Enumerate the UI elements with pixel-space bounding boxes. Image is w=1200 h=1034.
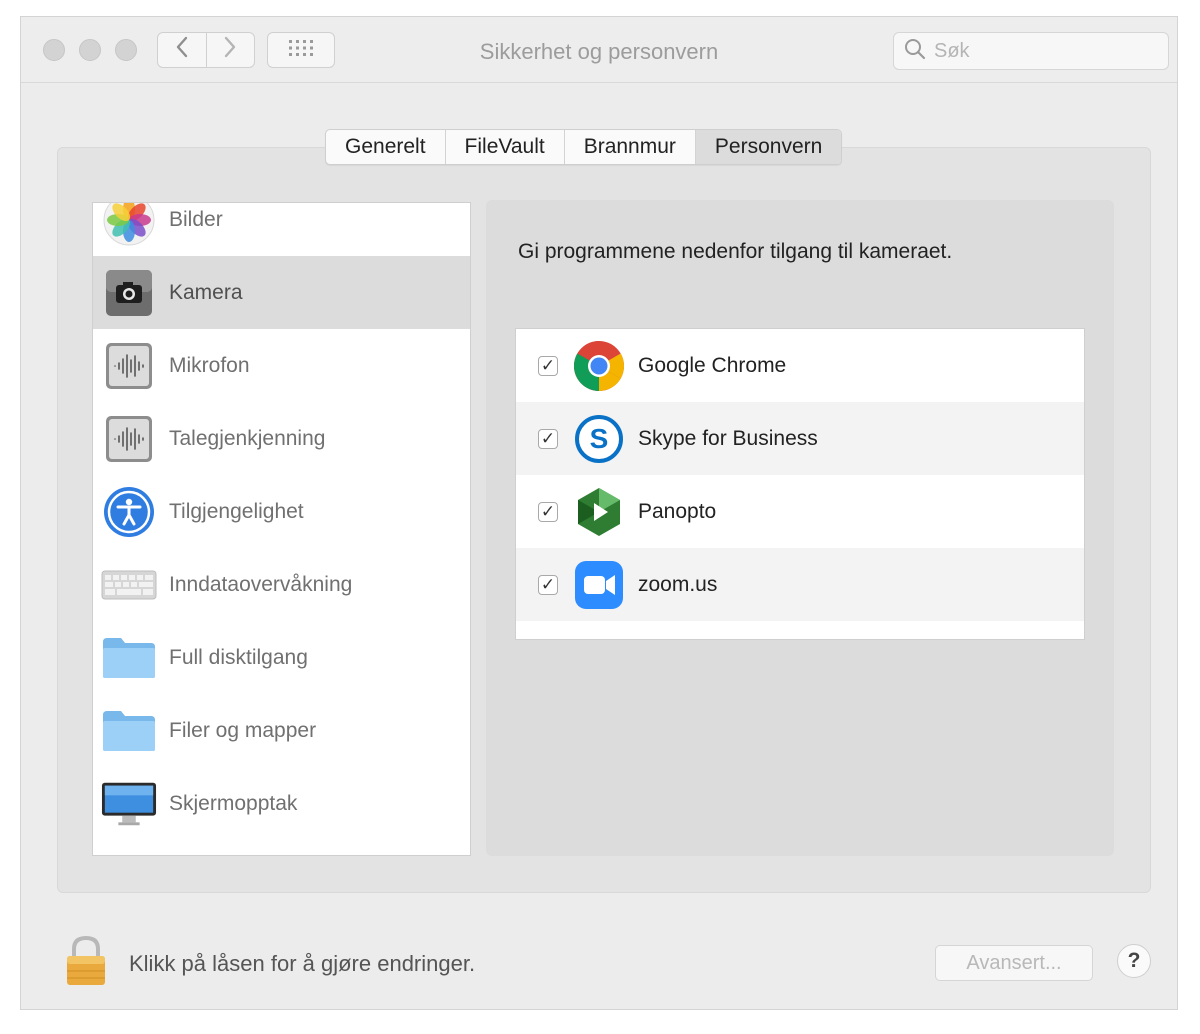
skype-icon: S xyxy=(572,412,626,466)
sidebar-item-inndataovervakning[interactable]: Inndataovervåkning xyxy=(93,548,470,621)
app-row-panopto: ✓ Panopto xyxy=(516,475,1084,548)
app-checkbox-google-chrome[interactable]: ✓ xyxy=(538,355,558,376)
sidebar-item-talegjenkjenning[interactable]: Talegjenkjenning xyxy=(93,402,470,475)
app-row-google-chrome: ✓ Google Chrome xyxy=(516,329,1084,402)
close-window-button[interactable] xyxy=(43,39,65,61)
help-button[interactable]: ? xyxy=(1117,944,1151,978)
sidebar-item-kamera[interactable]: Kamera xyxy=(93,256,470,329)
search-input[interactable] xyxy=(932,38,1156,64)
sidebar-item-mikrofon[interactable]: Mikrofon xyxy=(93,329,470,402)
grid-icon xyxy=(288,39,314,62)
accessibility-icon xyxy=(101,484,157,540)
app-list: ✓ Google Chrome ✓ S Skype for Business ✓… xyxy=(515,328,1085,640)
privacy-category-list[interactable]: Bilder Kamera Mikrofon Talegjenkjenning … xyxy=(92,202,471,856)
show-all-button[interactable] xyxy=(267,32,335,68)
sidebar-item-label: Tilgjengelighet xyxy=(169,499,304,523)
microphone-icon xyxy=(101,338,157,394)
folder-icon xyxy=(101,630,157,686)
camera-access-panel: Gi programmene nedenfor tilgang til kame… xyxy=(486,200,1114,856)
minimize-window-button[interactable] xyxy=(79,39,101,61)
folder-icon xyxy=(101,703,157,759)
keyboard-icon xyxy=(101,557,157,613)
app-row-skype-for-business: ✓ S Skype for Business xyxy=(516,402,1084,475)
sidebar-item-full-disktilgang[interactable]: Full disktilgang xyxy=(93,621,470,694)
app-checkbox-skype-for-business[interactable]: ✓ xyxy=(538,428,558,449)
panopto-icon xyxy=(572,485,626,539)
sidebar-item-label: Skjermopptak xyxy=(169,791,298,815)
forward-button[interactable] xyxy=(205,33,255,67)
sidebar-item-label: Mikrofon xyxy=(169,353,250,377)
speech-recognition-icon xyxy=(101,411,157,467)
title-bar: Sikkerhet og personvern xyxy=(21,17,1177,83)
chevron-left-icon xyxy=(175,36,189,65)
lock-instruction-text: Klikk på låsen for å gjøre endringer. xyxy=(129,951,476,976)
advanced-button[interactable]: Avansert... xyxy=(935,945,1093,981)
lock-icon xyxy=(65,935,107,991)
search-icon xyxy=(904,38,926,65)
sidebar-item-label: Full disktilgang xyxy=(169,645,308,669)
checkmark-icon: ✓ xyxy=(540,574,556,594)
app-name: Skype for Business xyxy=(638,426,818,450)
svg-text:S: S xyxy=(590,423,609,454)
camera-icon xyxy=(101,265,157,321)
sidebar-item-label: Bilder xyxy=(169,207,223,231)
app-row-zoom: ✓ zoom.us xyxy=(516,548,1084,621)
preferences-window: Sikkerhet og personvern Generelt FileVau… xyxy=(20,16,1178,1010)
app-checkbox-panopto[interactable]: ✓ xyxy=(538,501,558,522)
zoom-window-button[interactable] xyxy=(115,39,137,61)
app-name: zoom.us xyxy=(638,572,718,596)
tab-brannmur[interactable]: Brannmur xyxy=(565,130,696,164)
tab-bar: Generelt FileVault Brannmur Personvern xyxy=(325,129,843,165)
photos-icon xyxy=(101,203,157,248)
app-checkbox-zoom[interactable]: ✓ xyxy=(538,574,558,595)
panel-description: Gi programmene nedenfor tilgang til kame… xyxy=(518,240,953,263)
tab-filevault[interactable]: FileVault xyxy=(446,130,565,164)
tab-generelt[interactable]: Generelt xyxy=(326,130,446,164)
zoom-icon xyxy=(572,558,626,612)
chrome-icon xyxy=(572,339,626,393)
sidebar-item-label: Inndataovervåkning xyxy=(169,572,353,596)
sidebar-item-tilgjengelighet[interactable]: Tilgjengelighet xyxy=(93,475,470,548)
navigation-buttons xyxy=(157,32,255,68)
back-button[interactable] xyxy=(158,33,206,67)
checkmark-icon: ✓ xyxy=(540,501,556,521)
sidebar-item-label: Talegjenkjenning xyxy=(169,426,326,450)
sidebar-item-label: Kamera xyxy=(169,280,243,304)
sidebar-item-skjermopptak[interactable]: Skjermopptak xyxy=(93,767,470,840)
sidebar-item-label: Filer og mapper xyxy=(169,718,317,742)
chevron-right-icon xyxy=(223,36,237,65)
sidebar-item-bilder[interactable]: Bilder xyxy=(93,203,470,256)
lock-button[interactable] xyxy=(65,935,107,992)
sidebar-item-filer-og-mapper[interactable]: Filer og mapper xyxy=(93,694,470,767)
app-name: Panopto xyxy=(638,499,717,523)
tab-personvern[interactable]: Personvern xyxy=(695,130,842,164)
search-field[interactable] xyxy=(893,32,1169,70)
checkmark-icon: ✓ xyxy=(540,355,556,375)
app-name: Google Chrome xyxy=(638,353,787,377)
checkmark-icon: ✓ xyxy=(540,428,556,448)
display-icon xyxy=(101,776,157,832)
